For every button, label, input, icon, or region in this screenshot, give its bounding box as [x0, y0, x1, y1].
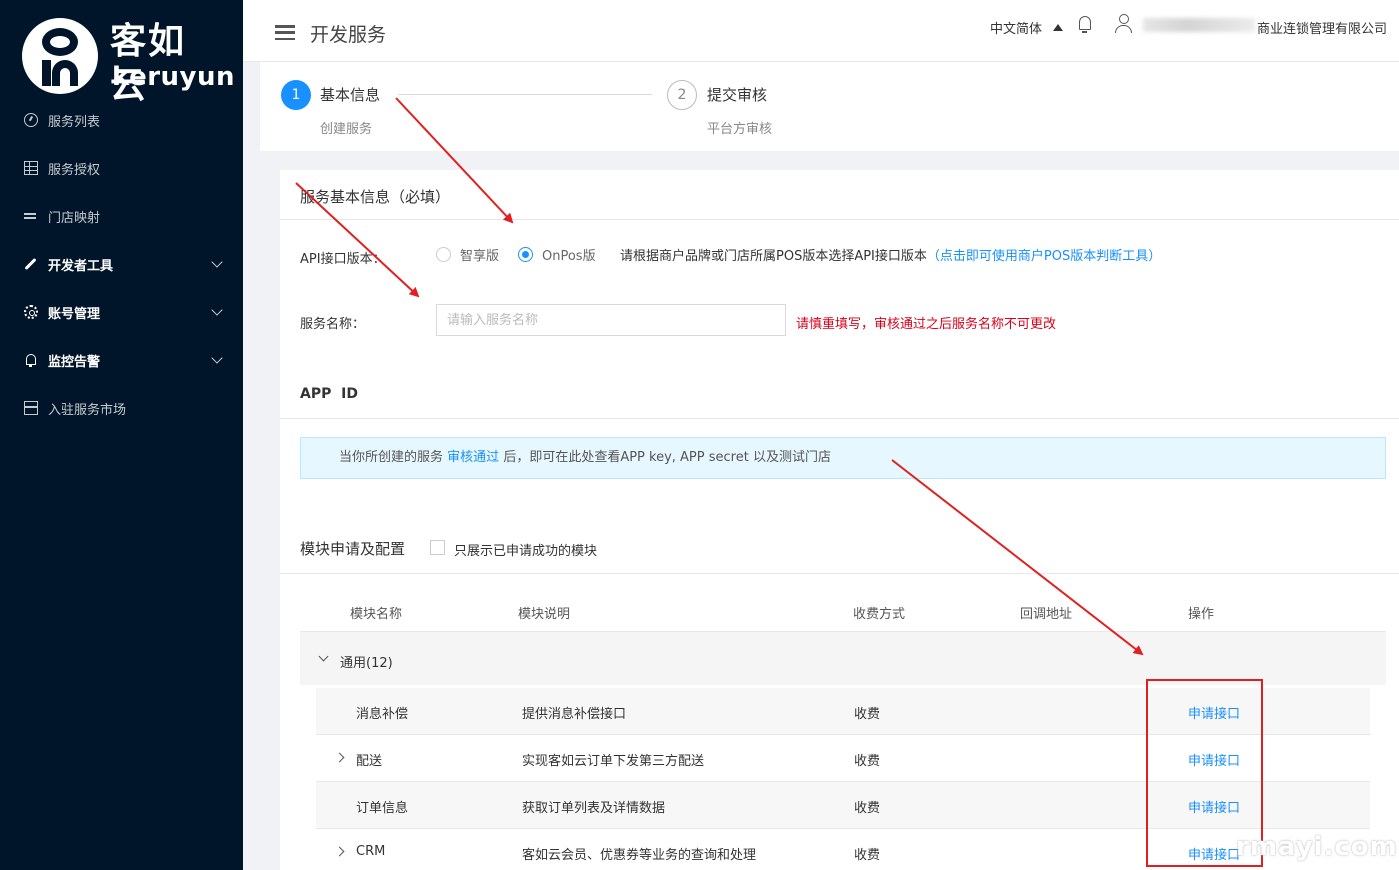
- api-hint-text: 请根据商户品牌或门店所属POS版本选择API接口版本: [620, 249, 927, 264]
- swap-icon: [24, 209, 38, 223]
- step-connector: [398, 94, 652, 95]
- step-1-title: 基本信息: [320, 86, 381, 104]
- filter-checkbox[interactable]: [430, 540, 445, 555]
- step-2-number: 2: [667, 80, 697, 110]
- radio-onpos[interactable]: [518, 247, 533, 262]
- sidebar-item-label: 账号管理: [48, 306, 101, 322]
- module-desc: 客如云会员、优惠券等业务的查询和处理: [522, 848, 757, 863]
- top-header: 开发服务 中文简体 商业连锁管理有限公司: [243, 0, 1399, 62]
- sidebar-item-store-mapping[interactable]: 门店映射: [0, 196, 243, 236]
- step-1-desc: 创建服务: [320, 122, 373, 137]
- sidebar-item-label: 开发者工具: [48, 258, 114, 274]
- col-header-desc: 模块说明: [518, 607, 571, 622]
- divider: [280, 418, 1399, 419]
- sidebar-item-label: 入驻服务市场: [48, 402, 127, 418]
- info-review-link[interactable]: 审核通过: [447, 450, 499, 465]
- sidebar-item-marketplace[interactable]: 入驻服务市场: [0, 388, 243, 428]
- module-fee: 收费: [854, 707, 881, 722]
- module-name: CRM: [356, 844, 386, 859]
- module-name: 消息补偿: [356, 707, 409, 722]
- module-group-general[interactable]: 通用(12): [300, 631, 1386, 685]
- steps-bar: 1 基本信息 创建服务 2 提交审核 平台方审核: [260, 62, 1399, 151]
- menu-toggle-icon[interactable]: [275, 25, 295, 41]
- user-icon[interactable]: [1115, 14, 1133, 34]
- table-icon: [24, 161, 38, 175]
- sidebar-item-label: 服务授权: [48, 162, 101, 178]
- basic-info-title: 服务基本信息（必填）: [300, 188, 451, 206]
- gear-icon: [24, 305, 38, 319]
- pos-tool-link[interactable]: （点击即可使用商户POS版本判断工具）: [927, 249, 1161, 264]
- sidebar-item-label: 监控告警: [48, 354, 101, 370]
- module-name: 配送: [356, 754, 383, 769]
- sidebar: 客如云 keruyun 服务列表 服务授权 门店映射 开发者工具 账号管理 监控…: [0, 0, 243, 870]
- page-title: 开发服务: [310, 24, 387, 46]
- chevron-down-icon[interactable]: [318, 651, 329, 662]
- modules-title: 模块申请及配置: [300, 540, 406, 558]
- bell-icon: [24, 353, 38, 367]
- service-name-warning: 请慎重填写，审核通过之后服务名称不可更改: [796, 317, 1057, 332]
- service-name-label: 服务名称：: [300, 317, 366, 332]
- module-desc: 实现客如云订单下发第三方配送: [522, 754, 705, 769]
- caret-up-icon[interactable]: [1053, 24, 1063, 31]
- col-header-fee: 收费方式: [853, 607, 906, 622]
- module-fee: 收费: [854, 801, 881, 816]
- app-id-info-box: 当你所创建的服务 审核通过 后，即可在此处查看APP key, APP secr…: [300, 437, 1386, 479]
- col-header-callback: 回调地址: [1020, 607, 1073, 622]
- sidebar-item-label: 门店映射: [48, 210, 101, 226]
- company-name[interactable]: 商业连锁管理有限公司: [1257, 18, 1387, 37]
- chevron-right-icon[interactable]: [334, 846, 345, 857]
- radio-zhixiang[interactable]: [436, 247, 451, 262]
- module-fee: 收费: [854, 848, 881, 863]
- watermark: rmayi.com: [1236, 832, 1398, 862]
- sidebar-item-label: 服务列表: [48, 114, 101, 130]
- app-id-title: APP ID: [300, 386, 358, 402]
- sidebar-item-account[interactable]: 账号管理: [0, 292, 243, 332]
- keruyun-logo[interactable]: 客如云 keruyun: [22, 18, 235, 106]
- module-name: 订单信息: [356, 801, 409, 816]
- sidebar-item-developer-tools[interactable]: 开发者工具: [0, 244, 243, 284]
- module-group-label: 通用(12): [340, 656, 393, 671]
- sidebar-item-service-list[interactable]: 服务列表: [0, 100, 243, 140]
- module-desc: 获取订单列表及详情数据: [522, 801, 666, 816]
- sidebar-item-service-auth[interactable]: 服务授权: [0, 148, 243, 188]
- step-1-number: 1: [281, 80, 311, 110]
- chevron-down-icon: [211, 256, 223, 268]
- radio-zhixiang-label[interactable]: 智享版: [460, 245, 499, 264]
- step-2-desc: 平台方审核: [707, 122, 773, 137]
- redacted-username: [1143, 18, 1255, 32]
- store-icon: [24, 401, 38, 415]
- chevron-down-icon: [211, 304, 223, 316]
- divider: [280, 573, 1399, 574]
- divider: [280, 219, 1399, 220]
- notification-bell-icon[interactable]: [1077, 15, 1093, 35]
- radio-onpos-label[interactable]: OnPos版: [542, 245, 596, 264]
- col-header-name: 模块名称: [350, 607, 403, 622]
- logo-mark-icon: [22, 18, 98, 94]
- logo-text-en: keruyun: [112, 62, 236, 92]
- sidebar-item-monitoring[interactable]: 监控告警: [0, 340, 243, 380]
- language-selector[interactable]: 中文简体: [990, 18, 1042, 37]
- wrench-icon: [24, 257, 38, 271]
- module-desc: 提供消息补偿接口: [522, 707, 627, 722]
- step-2-title: 提交审核: [707, 86, 768, 104]
- service-name-input[interactable]: [436, 304, 786, 336]
- api-hint: 请根据商户品牌或门店所属POS版本选择API接口版本（点击即可使用商户POS版本…: [620, 245, 1161, 264]
- api-version-label: API接口版本：: [300, 252, 386, 267]
- chevron-down-icon: [211, 352, 223, 364]
- info-prefix: 当你所创建的服务: [339, 450, 444, 465]
- chevron-right-icon[interactable]: [334, 752, 345, 763]
- dashboard-icon: [24, 113, 38, 127]
- col-header-action: 操作: [1188, 607, 1215, 622]
- info-suffix: 后，即可在此处查看APP key, APP secret 以及测试门店: [503, 450, 831, 465]
- filter-checkbox-label[interactable]: 只展示已申请成功的模块: [454, 540, 597, 559]
- module-fee: 收费: [854, 754, 881, 769]
